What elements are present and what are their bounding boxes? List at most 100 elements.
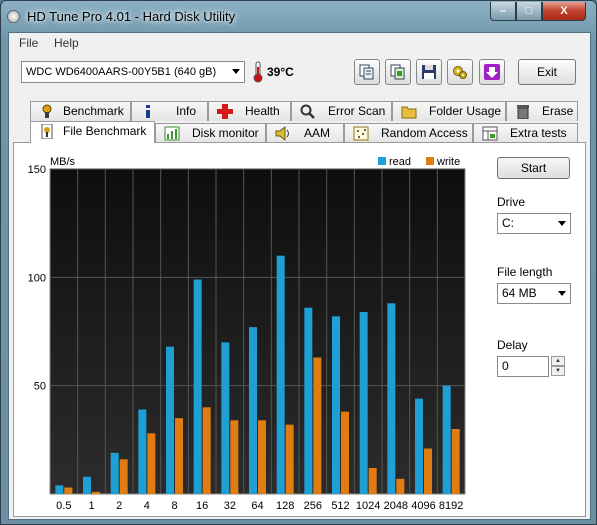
- bar-read: [83, 476, 91, 494]
- file-length-label: File length: [497, 265, 553, 279]
- drive-dropdown[interactable]: WDC WD6400AARS-00Y5B1 (640 gB): [21, 61, 245, 83]
- bar-write: [92, 491, 100, 494]
- tab-label: Disk monitor: [192, 126, 259, 140]
- disk-monitor-icon: [164, 126, 180, 141]
- bar-read: [138, 409, 147, 494]
- bar-read: [166, 346, 174, 494]
- legend-write-label: write: [436, 156, 460, 168]
- bar-write: [119, 459, 128, 494]
- x-tick-label: 4096: [411, 500, 435, 512]
- bar-write: [341, 411, 349, 494]
- file-benchmark-panel: 50 100 150 0.5 1 2 4 8 16 32 64 128 256 512 1024 2048 4…: [13, 142, 586, 517]
- options-button[interactable]: [447, 59, 473, 85]
- bar-write: [313, 357, 322, 494]
- bar-read: [249, 327, 257, 494]
- bar-read: [332, 316, 340, 494]
- bar-read: [442, 385, 451, 494]
- x-tick-label: 512: [331, 500, 349, 512]
- speaker-icon: [275, 126, 289, 141]
- tab-extra-tests[interactable]: Extra tests: [473, 123, 578, 143]
- tab-folder-usage[interactable]: Folder Usage: [392, 101, 506, 121]
- download-arrow-icon: [484, 64, 500, 80]
- x-tick-label: 16: [196, 500, 208, 512]
- chevron-down-icon: [232, 69, 240, 74]
- bar-read: [193, 279, 202, 494]
- tab-disk-monitor[interactable]: Disk monitor: [155, 123, 266, 143]
- x-tick-label: 8: [171, 500, 177, 512]
- tab-label: AAM: [304, 126, 331, 140]
- toolbar: WDC WD6400AARS-00Y5B1 (640 gB) 39°C Exit: [9, 53, 590, 97]
- tab-info[interactable]: Info: [131, 101, 208, 121]
- extra-tests-icon: [482, 126, 498, 141]
- bar-write: [424, 448, 432, 494]
- bar-read: [110, 452, 119, 494]
- tab-aam[interactable]: AAM: [266, 123, 344, 143]
- tab-label: Erase: [542, 104, 574, 118]
- tab-file-benchmark[interactable]: File Benchmark: [30, 121, 155, 143]
- health-cross-icon: [217, 104, 233, 119]
- tab-label: Folder Usage: [429, 104, 502, 118]
- exit-button[interactable]: Exit: [518, 59, 576, 85]
- tab-random-access[interactable]: Random Access: [344, 123, 473, 143]
- legend-write-swatch: [426, 157, 434, 165]
- copy-green-icon: [390, 64, 405, 80]
- maximize-button[interactable]: □: [516, 2, 542, 21]
- title-bar[interactable]: HD Tune Pro 4.01 - Hard Disk Utility – □…: [1, 1, 596, 33]
- delay-spinner: ▲ ▼: [551, 356, 565, 377]
- bar-write: [230, 420, 239, 494]
- legend-read-label: read: [389, 156, 411, 168]
- copy-screenshot-button[interactable]: [385, 59, 411, 85]
- bar-read: [304, 307, 313, 494]
- tab-error-scan[interactable]: Error Scan: [291, 101, 392, 121]
- chevron-down-icon: [558, 291, 566, 296]
- window-title: HD Tune Pro 4.01 - Hard Disk Utility: [27, 9, 236, 24]
- bar-read: [276, 255, 285, 494]
- trash-icon: [517, 105, 529, 119]
- benchmark-icon: [42, 104, 52, 118]
- error-scan-icon: [300, 104, 315, 119]
- drive-select-value: C:: [502, 216, 514, 230]
- bar-read: [55, 485, 64, 494]
- close-button[interactable]: X: [542, 2, 586, 21]
- minimize-button[interactable]: –: [490, 2, 516, 21]
- drive-select[interactable]: C:: [497, 213, 571, 234]
- tab-health[interactable]: Health: [208, 101, 291, 121]
- menu-help[interactable]: Help: [54, 36, 79, 50]
- save-button[interactable]: [416, 59, 442, 85]
- y-tick-label: 150: [28, 164, 46, 176]
- y-axis-label: MB/s: [50, 156, 76, 168]
- spin-down-button[interactable]: ▼: [551, 366, 565, 376]
- plot-area: [49, 168, 466, 495]
- drive-dropdown-value: WDC WD6400AARS-00Y5B1 (640 gB): [26, 66, 217, 78]
- bar-write: [202, 407, 211, 494]
- x-tick-label: 1: [88, 500, 94, 512]
- tab-erase[interactable]: Erase: [506, 101, 578, 121]
- app-window: HD Tune Pro 4.01 - Hard Disk Utility – □…: [0, 0, 597, 525]
- menu-file[interactable]: File: [19, 36, 38, 50]
- file-length-value: 64 MB: [502, 286, 537, 300]
- download-button[interactable]: [479, 59, 505, 85]
- x-tick-label: 2048: [384, 500, 408, 512]
- x-tick-label: 4: [144, 500, 150, 512]
- file-length-select[interactable]: 64 MB: [497, 283, 571, 304]
- tab-benchmark[interactable]: Benchmark: [30, 101, 131, 121]
- start-button[interactable]: Start: [497, 157, 570, 179]
- tab-label: Health: [245, 104, 280, 118]
- floppy-disk-icon: [422, 65, 436, 79]
- tab-label: File Benchmark: [63, 124, 147, 138]
- client-area: File Help WDC WD6400AARS-00Y5B1 (640 gB)…: [8, 32, 591, 520]
- x-tick-label: 8192: [439, 500, 463, 512]
- thermometer-icon: [253, 61, 263, 83]
- bar-write: [64, 487, 73, 494]
- info-icon: [146, 105, 150, 118]
- menu-bar: File Help: [9, 33, 590, 53]
- bar-write: [451, 429, 460, 494]
- spin-up-button[interactable]: ▲: [551, 356, 565, 366]
- bar-read: [415, 398, 423, 494]
- bar-read: [387, 303, 396, 494]
- tab-label: Info: [176, 104, 197, 118]
- copy-info-button[interactable]: [354, 59, 380, 85]
- bar-write: [175, 418, 183, 494]
- delay-input[interactable]: 0: [497, 356, 549, 377]
- tab-label: Benchmark: [63, 104, 124, 118]
